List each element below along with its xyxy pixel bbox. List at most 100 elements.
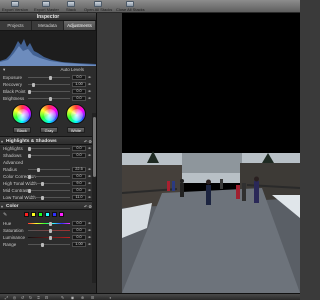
mid-contrast-slider[interactable] [28,188,70,193]
export-version-button[interactable]: Export Version [2,1,28,12]
inspector-scrollbar[interactable] [92,113,96,283]
crop-icon[interactable]: ⌗ [36,295,41,300]
inspector-scroll-thumb[interactable] [93,117,96,177]
saturation-knob[interactable] [49,228,52,233]
range-value[interactable]: 1.00 [72,242,86,247]
luminance-value[interactable]: 0.0 [72,235,86,240]
eye-icon[interactable]: ◐ [108,295,113,300]
highlights-knob[interactable] [28,146,31,151]
mid-contrast-value[interactable]: 0.0 [72,188,86,193]
shadows-slider[interactable] [28,153,70,158]
loupe-icon[interactable]: ◎ [12,295,17,300]
high-tonal-width-row: High Tonal Width 9.0 ◂▸ [0,180,96,187]
recovery-value[interactable]: 1.00 [72,82,86,87]
low-tonal-width-slider[interactable] [28,195,70,200]
close-all-stacks-button[interactable]: Close All Stacks [116,1,145,12]
fullscreen-icon[interactable]: ⤢ [4,295,9,300]
lift-stamp-icon[interactable]: ✎ [60,295,65,300]
exposure-slider[interactable] [28,75,70,80]
color-wheels: Black Gray White [0,102,96,136]
swatch-cyan[interactable] [45,212,50,217]
color-correction-knob[interactable] [28,174,31,179]
brightness-knob[interactable] [49,96,52,101]
swatch-red[interactable] [24,212,29,217]
radius-knob[interactable] [37,167,41,172]
recovery-slider[interactable] [28,82,70,87]
rotate-right-icon[interactable]: ↻ [28,295,33,300]
black-point-value[interactable]: 0.0 [72,89,86,94]
brightness-stepper[interactable]: ◂▸ [87,96,92,101]
saturation-row: Saturation 0.0 ◂▸ [0,227,96,234]
brightness-slider[interactable] [28,96,70,101]
swatch-magenta[interactable] [59,212,64,217]
advanced-row[interactable]: Advanced [0,159,96,166]
redeye-icon[interactable]: ◉ [70,295,75,300]
rotate-left-icon[interactable]: ↺ [20,295,25,300]
saturation-value[interactable]: 0.0 [72,228,86,233]
radius-slider[interactable] [28,167,70,172]
low-tonal-width-value[interactable]: 11.0 [72,195,86,200]
tab-adjustments[interactable]: Adjustments [64,21,96,30]
range-row: Range 1.00 ◂▸ [0,241,96,248]
highlights-slider[interactable] [28,146,70,151]
low-tonal-width-knob[interactable] [40,195,44,200]
view-options-icon[interactable]: ☰ [90,295,95,300]
luminance-slider[interactable] [28,235,70,240]
black-point-knob[interactable] [28,89,31,94]
luminance-knob[interactable] [49,235,52,240]
color-correction-value[interactable]: 0.0 [72,174,86,179]
brightness-label: Brightness [3,96,25,101]
highlights-value[interactable]: 0.0 [72,146,86,151]
swatch-blue[interactable] [52,212,57,217]
luminance-label: Luminance [3,235,26,240]
hue-knob[interactable] [49,221,52,226]
range-knob[interactable] [40,242,44,247]
high-tonal-width-slider[interactable] [28,181,70,186]
image-viewer [98,13,300,293]
levels-options-icon[interactable]: ▾ [3,67,5,72]
hue-slider[interactable] [28,221,70,226]
tab-metadata[interactable]: Metadata [32,21,64,30]
shadows-value[interactable]: 0.0 [72,153,86,158]
photo-canvas[interactable] [122,13,300,293]
highlights-shadows-header[interactable]: ▾ Highlights & Shadows ↶ ⚙ [0,136,96,145]
gray-eyedropper-button[interactable]: Gray [40,127,58,133]
main-toolbar: Export Version Export Master Stack Open … [0,0,300,13]
swatch-green[interactable] [38,212,43,217]
high-tonal-width-value[interactable]: 9.0 [72,181,86,186]
color-correction-slider[interactable] [28,174,70,179]
black-color-wheel[interactable] [12,104,32,124]
straighten-icon[interactable]: ⊟ [44,295,49,300]
brightness-value[interactable]: 0.0 [72,96,86,101]
gray-color-wheel[interactable] [39,104,59,124]
tab-projects[interactable]: Projects [0,21,32,30]
recovery-knob[interactable] [32,82,36,87]
export-master-button[interactable]: Export Master [34,1,59,12]
black-point-row: Black Point 0.0 ◂▸ [0,88,96,95]
black-eyedropper-button[interactable]: Black [13,127,31,133]
color-header[interactable]: ▾ Color ↶ ⚙ [0,201,96,210]
white-color-wheel[interactable] [66,104,86,124]
black-point-stepper[interactable]: ◂▸ [87,89,92,94]
spot-patch-icon[interactable]: ⊕ [80,295,85,300]
shadows-knob[interactable] [28,153,31,158]
range-slider[interactable] [28,242,70,247]
hue-value[interactable]: 0.0 [72,221,86,226]
stack-button[interactable]: Stack [66,1,76,12]
mid-contrast-knob[interactable] [28,188,31,193]
black-point-slider[interactable] [28,89,70,94]
exposure-knob[interactable] [49,75,52,80]
white-eyedropper-button[interactable]: White [67,127,85,133]
range-label: Range [3,242,17,247]
hue-label: Hue [3,221,12,226]
recovery-stepper[interactable]: ◂▸ [87,82,92,87]
eyedropper-icon[interactable]: ✎ [3,212,7,218]
high-tonal-width-knob[interactable] [40,181,44,186]
open-all-stacks-button[interactable]: Open All Stacks [84,1,112,12]
radius-value[interactable]: 22.5 [72,167,86,172]
auto-levels-button[interactable]: Auto Levels [60,66,84,74]
swatch-yellow[interactable] [31,212,36,217]
exposure-stepper[interactable]: ◂▸ [87,75,92,80]
exposure-value[interactable]: 0.0 [72,75,86,80]
saturation-slider[interactable] [28,228,70,233]
